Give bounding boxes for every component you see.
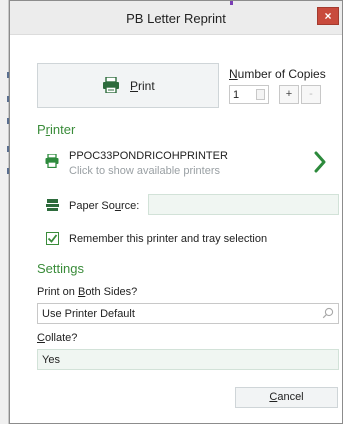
paper-source-input[interactable] xyxy=(148,194,339,215)
print-button-label: Print xyxy=(130,79,155,93)
print-both-sides-label: Print on Both Sides? xyxy=(37,286,138,298)
cancel-button[interactable]: Cancel xyxy=(235,387,338,408)
printer-section-title: Printer xyxy=(37,122,76,137)
title-bar[interactable]: PB Letter Reprint × xyxy=(10,1,342,35)
number-of-copies-label: Number of Copies xyxy=(229,67,326,81)
printer-icon xyxy=(45,154,59,168)
increase-copies-button[interactable]: + xyxy=(279,85,299,104)
print-dialog: PB Letter Reprint × Print Number of Copi… xyxy=(9,0,343,424)
decrease-copies-button[interactable]: - xyxy=(301,85,321,104)
paper-tray-icon xyxy=(46,199,59,211)
checkmark-icon xyxy=(47,234,58,243)
copies-spin-icon[interactable] xyxy=(256,89,265,100)
close-button[interactable]: × xyxy=(317,7,339,25)
print-both-sides-value: Use Printer Default xyxy=(42,308,135,320)
printer-name: PPOC33PONDRICOHPRINTER xyxy=(69,150,228,162)
background-accent-mark xyxy=(230,1,233,5)
printer-hint: Click to show available printers xyxy=(69,165,221,177)
dialog-title: PB Letter Reprint xyxy=(126,11,226,26)
remember-printer-checkbox[interactable] xyxy=(46,232,59,245)
printer-icon xyxy=(103,77,119,93)
remember-printer-label: Remember this printer and tray selection xyxy=(69,233,268,245)
collate-value: Yes xyxy=(42,354,60,366)
collate-field[interactable]: Yes xyxy=(37,349,339,370)
search-icon[interactable] xyxy=(322,307,334,319)
copies-input[interactable]: 1 xyxy=(229,85,269,104)
printer-selector[interactable]: PPOC33PONDRICOHPRINTER Click to show ava… xyxy=(37,147,337,183)
paper-source-label: Paper Source: xyxy=(69,200,140,212)
background-window-edge xyxy=(0,0,9,424)
print-both-sides-field[interactable]: Use Printer Default xyxy=(37,303,339,324)
chevron-right-icon[interactable] xyxy=(314,151,326,173)
settings-section-title: Settings xyxy=(37,261,84,276)
print-button[interactable]: Print xyxy=(37,63,219,108)
collate-label: Collate? xyxy=(37,332,78,344)
copies-value: 1 xyxy=(233,89,240,101)
